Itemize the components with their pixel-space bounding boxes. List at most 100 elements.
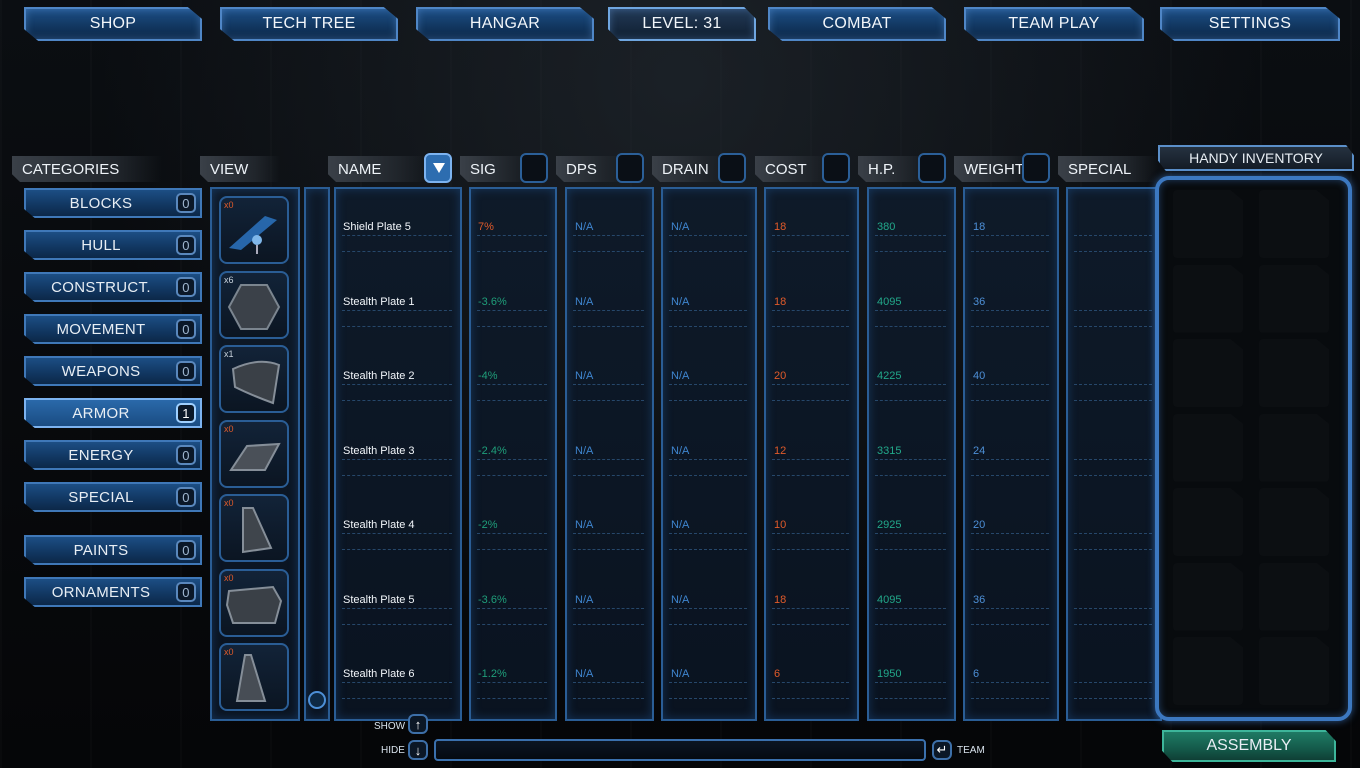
scrollbar-thumb[interactable]: [308, 691, 326, 709]
category-ornaments[interactable]: ORNAMENTS 0: [24, 577, 202, 607]
inventory-slot[interactable]: [1173, 562, 1243, 631]
show-up-arrow-button[interactable]: ↑: [408, 714, 428, 734]
item-thumbnail[interactable]: x1: [219, 345, 289, 413]
item-thumbnail[interactable]: x6: [219, 270, 289, 339]
inventory-slot[interactable]: [1173, 413, 1243, 482]
drain-sort-toggle[interactable]: [718, 153, 746, 183]
row-divider: [669, 384, 747, 385]
sig-sort-toggle[interactable]: [520, 153, 548, 183]
item-dps: N/A: [575, 221, 594, 233]
combat-button[interactable]: COMBAT: [768, 7, 946, 41]
team-label[interactable]: TEAM: [957, 745, 985, 756]
special-column-header[interactable]: SPECIAL: [1058, 156, 1158, 182]
category-construct[interactable]: CONSTRUCT. 0: [24, 272, 202, 302]
inventory-slot[interactable]: [1259, 562, 1329, 631]
item-dps: N/A: [575, 519, 594, 531]
item-drain: N/A: [671, 519, 690, 531]
inventory-slot[interactable]: [1173, 488, 1243, 556]
inventory-slot[interactable]: [1173, 264, 1243, 333]
row-divider: [669, 533, 747, 534]
assembly-button[interactable]: ASSEMBLY: [1162, 730, 1336, 762]
item-thumbnail[interactable]: x0: [219, 568, 289, 637]
category-energy[interactable]: ENERGY 0: [24, 440, 202, 470]
tech-tree-button[interactable]: TECH TREE: [220, 7, 398, 41]
category-label: MOVEMENT: [56, 320, 146, 338]
enter-icon[interactable]: ↵: [932, 740, 952, 760]
drain-column-header[interactable]: DRAIN: [652, 156, 726, 182]
item-weight: 36: [973, 593, 986, 606]
hide-down-arrow-button[interactable]: ↓: [408, 740, 428, 760]
item-thumbnail[interactable]: x0: [219, 419, 289, 488]
row-divider: [573, 251, 644, 252]
item-dps: N/A: [575, 370, 594, 382]
row-divider: [1074, 458, 1152, 460]
inventory-slot[interactable]: [1259, 339, 1329, 407]
category-count-badge: 0: [176, 540, 196, 560]
shop-button[interactable]: SHOP: [24, 7, 202, 41]
row-divider: [573, 533, 644, 534]
item-quantity: x0: [224, 572, 234, 583]
dps-sort-toggle[interactable]: [616, 153, 644, 183]
item-name[interactable]: Stealth Plate 4: [343, 519, 415, 531]
row-divider: [875, 458, 946, 460]
category-paints[interactable]: PAINTS 0: [24, 535, 202, 565]
item-name[interactable]: Stealth Plate 6: [343, 668, 415, 680]
name-column-header[interactable]: NAME: [328, 156, 428, 182]
row-divider: [477, 623, 547, 625]
row-divider: [971, 309, 1049, 311]
inventory-slot[interactable]: [1259, 190, 1329, 258]
item-name[interactable]: Stealth Plate 5: [343, 594, 415, 606]
row-divider: [669, 623, 747, 625]
row-divider: [971, 325, 1049, 327]
category-blocks[interactable]: BLOCKS 0: [24, 188, 202, 218]
row-divider: [971, 251, 1049, 252]
inventory-slot[interactable]: [1173, 339, 1243, 407]
row-divider: [1074, 698, 1152, 699]
item-name[interactable]: Stealth Plate 1: [343, 296, 415, 308]
cost-column-header[interactable]: COST: [755, 156, 829, 182]
handy-inventory-header: HANDY INVENTORY: [1158, 145, 1354, 171]
category-weapons[interactable]: WEAPONS 0: [24, 356, 202, 386]
row-divider: [477, 235, 547, 236]
inventory-slot[interactable]: [1173, 637, 1243, 705]
item-name[interactable]: Stealth Plate 2: [343, 370, 415, 382]
row-divider: [772, 309, 849, 311]
row-divider: [669, 607, 747, 609]
category-label: ENERGY: [68, 446, 134, 464]
row-divider: [669, 682, 747, 683]
inventory-slot[interactable]: [1259, 488, 1329, 556]
scrollbar-track[interactable]: [304, 187, 330, 721]
hp-sort-toggle[interactable]: [918, 153, 946, 183]
weight-sort-toggle[interactable]: [1022, 153, 1050, 183]
settings-button[interactable]: SETTINGS: [1160, 7, 1340, 41]
category-special[interactable]: SPECIAL 0: [24, 482, 202, 512]
inventory-slot[interactable]: [1259, 637, 1329, 705]
category-label: PAINTS: [73, 541, 129, 559]
category-count-badge: 0: [176, 277, 196, 297]
item-name[interactable]: Stealth Plate 3: [343, 445, 415, 457]
item-name[interactable]: Shield Plate 5: [343, 221, 411, 233]
inventory-slot[interactable]: [1173, 190, 1243, 258]
category-hull[interactable]: HULL 0: [24, 230, 202, 260]
name-sort-toggle[interactable]: [424, 153, 452, 183]
category-movement[interactable]: MOVEMENT 0: [24, 314, 202, 344]
row-divider: [971, 533, 1049, 534]
item-thumbnail[interactable]: x0: [219, 643, 289, 711]
row-divider: [573, 682, 644, 683]
inventory-slot[interactable]: [1259, 413, 1329, 482]
item-hp: 4095: [877, 295, 902, 308]
row-divider: [1074, 400, 1152, 401]
inventory-slot[interactable]: [1259, 264, 1329, 333]
cost-sort-toggle[interactable]: [822, 153, 850, 183]
hangar-button[interactable]: HANGAR: [416, 7, 594, 41]
row-divider: [669, 309, 747, 311]
item-thumbnail[interactable]: x0: [219, 196, 289, 264]
team-play-button[interactable]: TEAM PLAY: [964, 7, 1144, 41]
weight-column-header[interactable]: WEIGHT: [954, 156, 1030, 182]
row-divider: [772, 623, 849, 625]
row-divider: [1074, 623, 1152, 625]
item-thumbnail[interactable]: x0: [219, 494, 289, 562]
chat-input[interactable]: [434, 739, 926, 761]
category-armor[interactable]: ARMOR 1: [24, 398, 202, 428]
row-divider: [875, 533, 946, 534]
